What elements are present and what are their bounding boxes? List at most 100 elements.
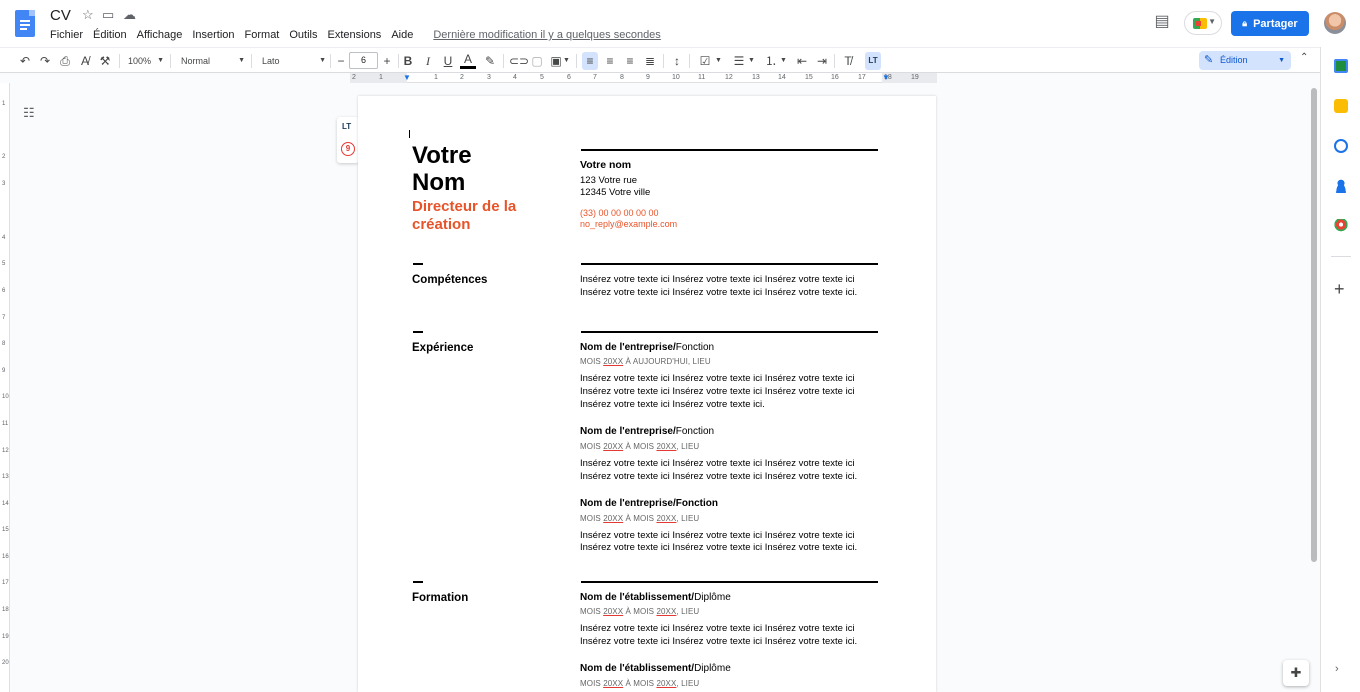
job-dates: MOIS 20XX À MOIS 20XX, LIEU: [580, 442, 700, 451]
chevron-down-icon[interactable]: ▼: [780, 52, 787, 70]
ruler-number: 2: [2, 154, 6, 160]
body-text: Insérez votre texte ici Insérez votre te…: [580, 373, 855, 384]
document-outline-icon[interactable]: ☷: [23, 105, 35, 121]
editing-mode-select[interactable]: ✎ Édition ▼: [1199, 51, 1291, 70]
job-position: Fonction: [675, 426, 715, 437]
languagetool-logo: LT: [342, 122, 352, 131]
languagetool-icon[interactable]: LT: [865, 52, 881, 70]
font-size-input[interactable]: 6: [349, 52, 378, 69]
align-center-icon[interactable]: ≡: [602, 52, 618, 70]
line-spacing-icon[interactable]: ↕: [669, 52, 685, 70]
chevron-down-icon[interactable]: ▼: [563, 52, 570, 70]
explore-icon[interactable]: ✚: [1283, 660, 1309, 686]
diploma: Diplôme: [694, 592, 731, 603]
ruler-number: 19: [2, 634, 9, 640]
menu-insertion[interactable]: Insertion: [187, 28, 239, 42]
image-insert-icon[interactable]: ▣: [548, 52, 564, 70]
spellcheck-icon[interactable]: A̸: [77, 52, 93, 70]
menu-format[interactable]: Format: [240, 28, 285, 42]
ruler-number: 16: [2, 554, 9, 560]
ruler-number: 15: [805, 74, 813, 81]
font-select[interactable]: Lato ▼: [262, 52, 326, 70]
underline-icon[interactable]: U: [440, 52, 456, 70]
languagetool-widget[interactable]: LT 9: [337, 117, 359, 163]
ruler-number: 1: [2, 101, 6, 107]
share-button[interactable]: 🔒︎ Partager: [1231, 11, 1309, 36]
redo-icon[interactable]: ↷: [37, 52, 53, 70]
clear-formatting-icon[interactable]: T̸: [840, 52, 856, 70]
vertical-scrollbar[interactable]: [1311, 88, 1317, 562]
style-select[interactable]: Normal ▼: [181, 52, 245, 70]
issue-count-badge[interactable]: 9: [341, 142, 355, 156]
cloud-status-icon[interactable]: ☁: [123, 8, 136, 22]
menu-edition[interactable]: Édition: [88, 28, 132, 42]
chevron-down-icon[interactable]: ▼: [748, 52, 755, 70]
chevron-down-icon: ▼: [238, 57, 245, 64]
ruler-number: 2: [460, 74, 464, 81]
decrease-font-size-button[interactable]: −: [333, 52, 349, 70]
zoom-value: 100%: [128, 56, 152, 66]
section-title-experience: Expérience: [412, 342, 474, 354]
increase-indent-icon[interactable]: ⇥: [814, 52, 830, 70]
contact-name: Votre nom: [580, 159, 632, 171]
right-indent-marker[interactable]: ▼: [882, 74, 890, 82]
highlight-icon[interactable]: ✎: [482, 52, 498, 70]
horizontal-ruler[interactable]: 2 1 1 2 3 4 5 6 7 8 9 10 11 12 13 14 15 …: [350, 73, 937, 83]
chevron-down-icon[interactable]: ▼: [715, 52, 722, 70]
menu-affichage[interactable]: Affichage: [132, 28, 188, 42]
calendar-icon[interactable]: [1334, 59, 1348, 73]
ruler-number: 7: [593, 74, 597, 81]
section-dash: [413, 331, 423, 333]
maps-icon[interactable]: [1334, 219, 1348, 233]
body-text: Insérez votre texte ici Insérez votre te…: [580, 530, 855, 541]
numbered-list-icon[interactable]: ⒈: [763, 52, 779, 70]
chevron-up-icon[interactable]: ⌃: [1300, 52, 1308, 63]
paint-format-icon[interactable]: ⚒: [97, 52, 113, 70]
checklist-icon[interactable]: ☑: [697, 52, 713, 70]
section-dash: [413, 263, 423, 265]
menu-fichier[interactable]: Fichier: [50, 28, 88, 42]
star-icon[interactable]: ☆: [82, 8, 94, 22]
undo-icon[interactable]: ↶: [17, 52, 33, 70]
left-indent-marker[interactable]: ▼: [403, 74, 411, 82]
bullet-list-icon[interactable]: ☰: [731, 52, 747, 70]
section-rule: [581, 263, 878, 265]
align-right-icon[interactable]: ≡: [622, 52, 638, 70]
menu-aide[interactable]: Aide: [386, 28, 418, 42]
avatar[interactable]: [1324, 12, 1346, 34]
decrease-indent-icon[interactable]: ⇤: [794, 52, 810, 70]
increase-font-size-button[interactable]: +: [379, 52, 395, 70]
zoom-select[interactable]: 100% ▼: [128, 52, 164, 70]
add-addon-icon[interactable]: +: [1334, 279, 1345, 300]
meet-camera-icon: [1193, 18, 1207, 29]
company-name: Nom de l'entreprise/: [580, 342, 676, 353]
comment-add-icon[interactable]: ▢: [529, 52, 545, 70]
chevron-right-icon[interactable]: ›: [1335, 663, 1339, 675]
bold-icon[interactable]: B: [400, 52, 416, 70]
ruler-number: 6: [567, 74, 571, 81]
body-text: Insérez votre texte ici Insérez votre te…: [580, 636, 858, 647]
text-color-icon[interactable]: A: [460, 52, 476, 69]
document-page[interactable]: Votre Nom Directeur de la création Votre…: [358, 96, 936, 692]
job-position: Fonction: [675, 342, 715, 353]
menu-extensions[interactable]: Extensions: [323, 28, 387, 42]
job-dates: MOIS 20XX À AUJOURD'HUI, LIEU: [580, 357, 711, 366]
print-icon[interactable]: ⎙: [57, 52, 73, 70]
vertical-ruler[interactable]: 1 2 3 4 5 6 7 8 9 10 11 12 13 14 15 16 1…: [0, 83, 10, 692]
last-edit-link[interactable]: Dernière modification il y a quelques se…: [428, 28, 665, 42]
comments-icon[interactable]: ▤: [1152, 13, 1172, 31]
meet-button[interactable]: ▼: [1184, 11, 1222, 35]
education-dates: MOIS 20XX À MOIS 20XX, LIEU: [580, 607, 700, 616]
text-cursor: [409, 130, 410, 138]
menu-outils[interactable]: Outils: [284, 28, 322, 42]
tasks-icon[interactable]: [1334, 139, 1348, 153]
contacts-icon[interactable]: [1334, 179, 1348, 193]
link-icon[interactable]: ⊂⊃: [509, 52, 529, 70]
document-title[interactable]: CV: [50, 7, 71, 24]
align-left-icon[interactable]: ≡: [582, 52, 598, 70]
docs-logo-icon[interactable]: [15, 10, 35, 37]
keep-icon[interactable]: [1334, 99, 1348, 113]
italic-icon[interactable]: I: [420, 52, 436, 70]
move-folder-icon[interactable]: ▭: [102, 8, 114, 22]
align-justify-icon[interactable]: ≣: [642, 52, 658, 70]
